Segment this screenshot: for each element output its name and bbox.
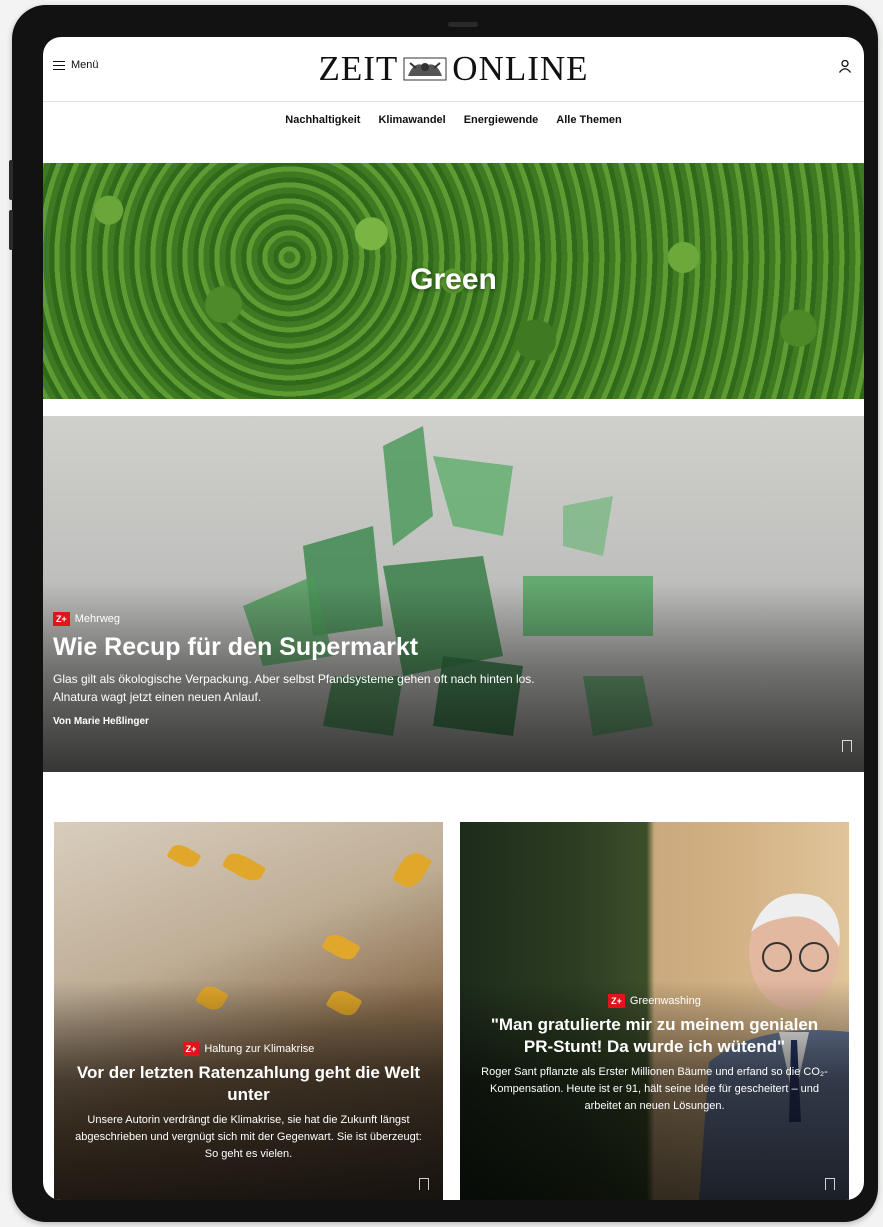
volume-button <box>9 160 13 200</box>
card-summary: Unsere Autorin verdrängt die Klimakrise,… <box>75 1114 422 1160</box>
leaf-shape <box>221 848 267 886</box>
browser-screen: Menü ZEIT ONLINE Nachhaltigkeit Klimawan… <box>43 37 864 1200</box>
card-kicker: Z+ Greenwashing <box>474 994 835 1008</box>
topic-navigation: Nachhaltigkeit Klimawandel Energiewende … <box>43 114 864 126</box>
feature-summary: Glas gilt als ökologische Verpackung. Ab… <box>53 672 535 704</box>
card-kicker-label: Haltung zur Klimakrise <box>204 1043 315 1055</box>
bookmark-icon[interactable] <box>825 1178 835 1190</box>
volume-button <box>9 210 13 250</box>
zplus-badge: Z+ <box>182 1042 200 1056</box>
section-title: Green <box>410 263 497 296</box>
eagle-emblem-icon <box>403 57 447 81</box>
leaf-shape <box>166 840 202 872</box>
front-camera <box>448 22 478 27</box>
zplus-badge: Z+ <box>608 994 625 1008</box>
logo-text-left: ZEIT <box>318 49 399 88</box>
zplus-badge: Z+ <box>53 612 70 626</box>
nav-link-nachhaltigkeit[interactable]: Nachhaltigkeit <box>285 114 360 126</box>
nav-link-energiewende[interactable]: Energiewende <box>464 114 539 126</box>
card-headline[interactable]: Vor der letzten Ratenzahlung geht die We… <box>68 1062 429 1106</box>
card-kicker: Z+ Haltung zur Klimakrise <box>68 1042 429 1056</box>
feature-kicker: Z+ Mehrweg <box>53 612 573 626</box>
card-text-block: Z+ Greenwashing "Man gratulierte mir zu … <box>474 994 835 1115</box>
bookmark-icon[interactable] <box>842 740 852 752</box>
feature-text-block: Z+ Mehrweg Wie Recup für den Supermarkt … <box>53 612 573 727</box>
leaf-shape <box>391 847 433 893</box>
site-header: Menü ZEIT ONLINE <box>43 37 864 102</box>
teaser-card-klimakrise[interactable]: Z+ Haltung zur Klimakrise Vor der letzte… <box>54 822 443 1200</box>
nav-link-klimawandel[interactable]: Klimawandel <box>378 114 445 126</box>
logo-text-right: ONLINE <box>452 49 589 88</box>
feature-kicker-label: Mehrweg <box>74 613 121 625</box>
bookmark-icon[interactable] <box>419 1178 429 1190</box>
card-summary: Roger Sant pflanzte als Erster Millionen… <box>481 1066 828 1112</box>
feature-article[interactable]: Z+ Mehrweg Wie Recup für den Supermarkt … <box>43 416 864 772</box>
section-hero-forest: Green <box>43 163 864 399</box>
feature-author: Von Marie Heßlinger <box>53 716 149 727</box>
user-account-icon[interactable] <box>838 59 852 73</box>
nav-link-alle-themen[interactable]: Alle Themen <box>556 114 621 126</box>
card-headline[interactable]: "Man gratulierte mir zu meinem genialen … <box>474 1014 835 1058</box>
card-text-block: Z+ Haltung zur Klimakrise Vor der letzte… <box>68 1042 429 1163</box>
feature-headline[interactable]: Wie Recup für den Supermarkt <box>53 632 573 662</box>
card-kicker-label: Greenwashing <box>629 995 701 1007</box>
teaser-card-greenwashing[interactable]: Z+ Greenwashing "Man gratulierte mir zu … <box>460 822 849 1200</box>
zeit-online-logo[interactable]: ZEIT ONLINE <box>43 49 864 89</box>
leaf-shape <box>321 929 361 965</box>
